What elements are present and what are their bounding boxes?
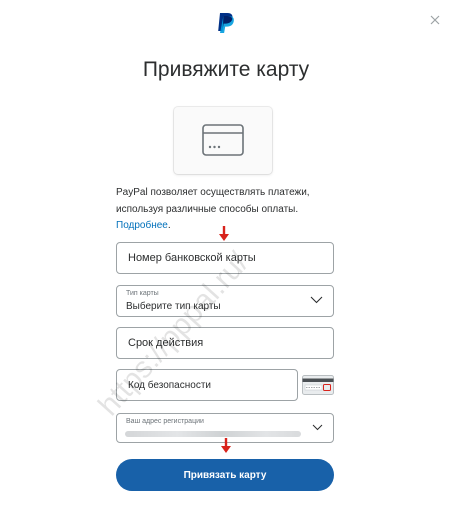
chevron-down-icon	[312, 424, 323, 431]
card-type-label: Тип карты	[126, 290, 159, 297]
paypal-logo	[218, 13, 234, 33]
learn-more-link[interactable]: Подробнее	[116, 220, 168, 231]
learn-more-suffix: .	[167, 220, 171, 231]
cvv-card-icon	[302, 375, 334, 395]
red-arrow-annotation	[219, 226, 229, 241]
learn-more-line: Подробнее.	[116, 219, 171, 233]
address-value-blurred	[125, 431, 301, 437]
security-code-placeholder: Код безопасности	[128, 380, 211, 391]
red-arrow-annotation	[221, 438, 231, 453]
security-code-field[interactable]: Код безопасности	[116, 369, 298, 401]
page-title: Привяжите карту	[142, 58, 310, 81]
credit-card-icon	[202, 124, 244, 156]
expiry-field[interactable]: Срок действия	[116, 327, 334, 359]
address-label: Ваш адрес регистрации	[126, 418, 204, 425]
card-type-select[interactable]: Тип карты Выберите тип карты	[116, 285, 334, 317]
card-type-value: Выберите тип карты	[126, 301, 221, 312]
close-icon[interactable]	[428, 13, 442, 27]
expiry-placeholder: Срок действия	[128, 337, 204, 349]
card-illustration	[174, 107, 272, 174]
card-number-placeholder: Номер банковской карты	[128, 252, 256, 264]
chevron-down-icon	[310, 296, 323, 304]
description-text: PayPal позволяет осуществлять платежи, и…	[116, 187, 310, 215]
link-card-button[interactable]: Привязать карту	[116, 459, 334, 491]
card-number-field[interactable]: Номер банковской карты	[116, 242, 334, 274]
